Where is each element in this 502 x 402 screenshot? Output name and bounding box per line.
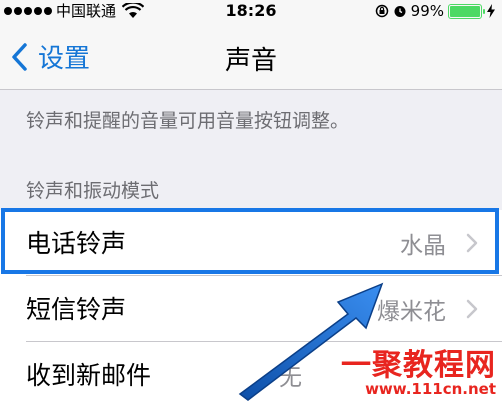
volume-hint-text: 铃声和提醒的音量可用音量按钮调整。 (26, 110, 350, 132)
battery-icon (448, 3, 485, 19)
battery-fill (450, 5, 480, 17)
battery-percentage: 99% (410, 2, 444, 20)
status-right: 99% (375, 0, 496, 22)
page-title: 声音 (224, 46, 277, 76)
cell-label: 短信铃声 (26, 295, 127, 324)
navigation-bar: 设置 声音 (0, 22, 502, 90)
alarm-clock-icon (394, 6, 406, 17)
chevron-right-icon (466, 299, 478, 319)
section-header-ringtones: 铃声和振动模式 (26, 180, 160, 202)
charging-bolt-icon (487, 4, 495, 18)
chevron-right-icon (466, 233, 478, 253)
watermark: 一聚教程网 www.111cn.net (341, 340, 496, 398)
cell-value: 水晶 (400, 233, 446, 259)
watermark-logo: 一聚教程网 (341, 348, 496, 383)
cell-phone-ringtone[interactable]: 电话铃声 水晶 (0, 210, 502, 276)
cell-label: 收到新邮件 (26, 361, 152, 390)
rotation-lock-icon (375, 4, 388, 18)
cell-label: 电话铃声 (26, 229, 127, 258)
status-bar: 中国联通 18:26 99% (0, 0, 502, 22)
watermark-url: www.111cn.net (365, 380, 496, 398)
